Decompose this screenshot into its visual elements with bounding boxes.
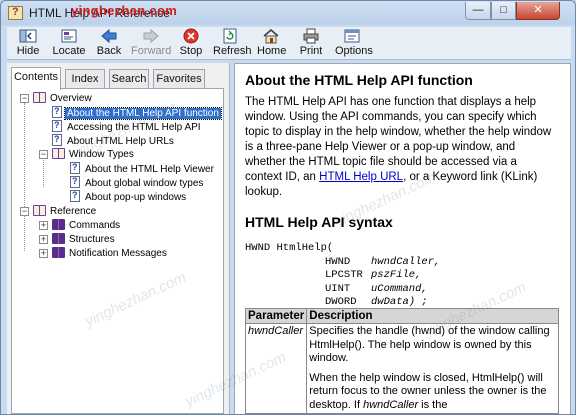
tree-item-structures[interactable]: Structures <box>52 233 117 246</box>
help-page-icon <box>70 189 80 202</box>
param-name: hwndCaller <box>244 323 308 414</box>
tab-favorites[interactable]: Favorites <box>153 69 205 89</box>
syntax-heading: HTML Help API syntax <box>245 214 393 230</box>
stop-button[interactable]: Stop <box>177 27 205 60</box>
collapse-toggle[interactable]: − <box>39 150 48 159</box>
stop-icon <box>183 28 199 44</box>
tree-item-about-viewer[interactable]: About the HTML Help Viewer <box>70 161 216 175</box>
expand-toggle[interactable]: + <box>39 235 48 244</box>
closed-book-icon <box>52 233 65 244</box>
options-icon <box>344 29 360 43</box>
tree-item-notifications[interactable]: Notification Messages <box>52 247 169 260</box>
collapse-toggle[interactable]: − <box>20 94 29 103</box>
open-book-icon <box>52 148 65 159</box>
back-arrow-icon <box>101 28 117 44</box>
collapse-toggle[interactable]: − <box>20 207 29 216</box>
tree-item-overview[interactable]: Overview <box>33 92 94 105</box>
param-description: Specifies the handle (hwnd) of the windo… <box>306 323 559 414</box>
hide-button[interactable]: Hide <box>13 27 43 60</box>
print-button[interactable]: Print <box>299 27 323 60</box>
tree-item-window-types[interactable]: Window Types <box>52 148 136 161</box>
home-button[interactable]: Home <box>257 27 286 60</box>
back-button[interactable]: Back <box>95 27 123 60</box>
table-row: hwndCaller Specifies the handle (hwnd) o… <box>244 323 559 414</box>
forward-button[interactable]: Forward <box>131 27 171 60</box>
syntax-code: HWND HtmlHelp( HWND hwndCaller, LPCSTR psz… <box>245 242 441 308</box>
help-page-icon <box>52 133 62 146</box>
topic-intro: The HTML Help API has one function that … <box>245 96 552 198</box>
open-book-icon <box>33 205 46 216</box>
home-icon <box>263 29 279 44</box>
help-page-icon <box>52 119 62 132</box>
parameter-table: Parameter Description hwndCaller Specifi… <box>244 308 559 414</box>
help-page-icon <box>70 175 80 188</box>
expand-toggle[interactable]: + <box>39 221 48 230</box>
maximize-button[interactable]: □ <box>491 2 516 20</box>
closed-book-icon <box>52 247 65 258</box>
options-button[interactable]: Options <box>335 27 373 60</box>
topic-pane[interactable]: About the HTML Help API function The HTM… <box>234 63 571 414</box>
col-parameter: Parameter <box>244 308 308 324</box>
tree-item-reference[interactable]: Reference <box>33 205 98 218</box>
topic-heading: About the HTML Help API function <box>245 72 473 88</box>
closed-book-icon <box>52 219 65 230</box>
tree-item-accessing[interactable]: Accessing the HTML Help API <box>52 119 203 133</box>
tree-line <box>24 215 25 251</box>
tree-item-commands[interactable]: Commands <box>52 219 122 232</box>
topic-content: About the HTML Help API function The HTM… <box>245 72 557 310</box>
table-header-row: Parameter Description <box>244 308 559 324</box>
tree-item-about-global[interactable]: About global window types <box>70 175 205 189</box>
tree-item-about-popup[interactable]: About pop-up windows <box>70 189 188 203</box>
nav-tabs: Contents Index Search Favorites <box>11 67 226 90</box>
navigation-pane: Contents Index Search Favorites − Overvi… <box>7 63 230 414</box>
param-description-note: When the help window is closed, HtmlHelp… <box>309 371 547 411</box>
minimize-button[interactable]: — <box>465 2 491 20</box>
tab-contents[interactable]: Contents <box>11 67 61 90</box>
tree-item-about-urls[interactable]: About HTML Help URLs <box>52 133 176 147</box>
refresh-button[interactable]: Refresh <box>213 27 252 60</box>
tree-item-about-function[interactable]: About the HTML Help API function <box>52 105 222 120</box>
toolbar: Hide Locate Back Forward Stop Refresh Ho… <box>7 27 571 60</box>
printer-icon <box>303 28 319 44</box>
locate-icon <box>61 29 77 43</box>
close-button[interactable]: ✕ <box>516 2 560 20</box>
app-window: HTML Help API Reference yinghezhan.com —… <box>0 0 576 415</box>
html-help-url-link[interactable]: HTML Help URL <box>319 171 403 183</box>
watermark-text: yinghezhan.com <box>71 3 178 18</box>
contents-tree: − Overview About the HTML Help API funct… <box>11 88 224 414</box>
tree-line <box>24 103 25 211</box>
col-description: Description <box>306 308 559 324</box>
expand-toggle[interactable]: + <box>39 249 48 258</box>
tab-search[interactable]: Search <box>109 69 149 89</box>
help-app-icon <box>8 6 23 20</box>
help-page-icon <box>70 161 80 174</box>
tab-index[interactable]: Index <box>65 69 105 89</box>
refresh-icon <box>223 28 237 44</box>
help-page-icon <box>52 105 62 118</box>
locate-button[interactable]: Locate <box>51 27 87 60</box>
hide-icon <box>19 29 37 43</box>
title-bar[interactable]: HTML Help API Reference yinghezhan.com —… <box>1 1 575 25</box>
open-book-icon <box>33 92 46 103</box>
forward-arrow-icon <box>143 28 159 44</box>
